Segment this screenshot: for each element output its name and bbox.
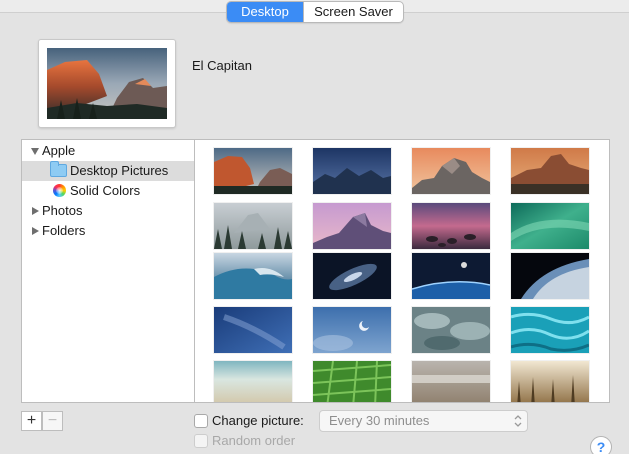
tab-screen-saver[interactable]: Screen Saver	[303, 2, 403, 22]
change-picture-label: Change picture:	[212, 413, 304, 428]
sidebar-item-solid-colors[interactable]: Solid Colors	[22, 181, 194, 201]
wallpaper-thumb[interactable]	[313, 361, 391, 402]
wallpaper-thumb[interactable]	[214, 253, 292, 299]
wallpaper-thumb[interactable]	[214, 307, 292, 353]
sidebar-item-label: Apple	[42, 143, 76, 158]
wallpaper-thumb[interactable]	[412, 253, 490, 299]
random-order-checkbox[interactable]	[194, 434, 208, 448]
sidebar-item-folders[interactable]: Folders	[22, 221, 194, 241]
wallpaper-thumb[interactable]	[313, 307, 391, 353]
wallpaper-thumb[interactable]	[214, 148, 292, 194]
sidebar-item-label: Solid Colors	[70, 183, 141, 198]
wallpaper-preview	[38, 39, 176, 128]
sidebar-item-photos[interactable]: Photos	[22, 201, 194, 221]
tab-control: Desktop Screen Saver	[226, 1, 404, 23]
random-order-label: Random order	[212, 433, 296, 448]
interval-value: Every 30 minutes	[329, 413, 430, 428]
wallpaper-thumb[interactable]	[313, 203, 391, 249]
interval-popup[interactable]: Every 30 minutes	[319, 410, 528, 432]
sidebar-item-label: Photos	[42, 203, 83, 218]
wallpaper-thumb[interactable]	[412, 307, 490, 353]
wallpaper-thumb[interactable]	[511, 307, 589, 353]
add-folder-button[interactable]: +	[21, 411, 42, 431]
sidebar-item-apple[interactable]: Apple	[22, 141, 194, 161]
folder-icon	[50, 161, 67, 177]
wallpaper-thumb[interactable]	[313, 253, 391, 299]
remove-folder-button[interactable]: −	[42, 411, 63, 431]
disclosure-right-icon[interactable]	[32, 207, 39, 215]
wallpaper-name: El Capitan	[192, 58, 252, 73]
change-picture-checkbox[interactable]	[194, 414, 208, 428]
disclosure-right-icon[interactable]	[32, 227, 39, 235]
wallpaper-thumb[interactable]	[313, 148, 391, 194]
wallpaper-thumb[interactable]	[412, 148, 490, 194]
color-wheel-icon	[53, 184, 66, 197]
sidebar-item-desktop-pictures[interactable]: Desktop Pictures	[22, 161, 194, 181]
wallpaper-thumb[interactable]	[511, 148, 589, 194]
wallpaper-thumb[interactable]	[511, 253, 589, 299]
wallpaper-grid	[194, 139, 610, 403]
wallpaper-thumb[interactable]	[511, 361, 589, 402]
tab-desktop[interactable]: Desktop	[227, 2, 303, 22]
sidebar-item-label: Desktop Pictures	[70, 163, 169, 178]
chevron-updown-icon	[514, 415, 522, 427]
help-button[interactable]: ?	[590, 436, 612, 454]
wallpaper-thumb[interactable]	[214, 203, 292, 249]
wallpaper-thumb[interactable]	[412, 203, 490, 249]
wallpaper-thumb[interactable]	[214, 361, 292, 402]
source-list: Apple Desktop Pictures Solid Colors Phot…	[21, 139, 194, 403]
wallpaper-thumb[interactable]	[511, 203, 589, 249]
sidebar-item-label: Folders	[42, 223, 86, 238]
wallpaper-thumb[interactable]	[412, 361, 490, 402]
disclosure-down-icon[interactable]	[31, 148, 39, 155]
preview-image	[47, 48, 167, 119]
